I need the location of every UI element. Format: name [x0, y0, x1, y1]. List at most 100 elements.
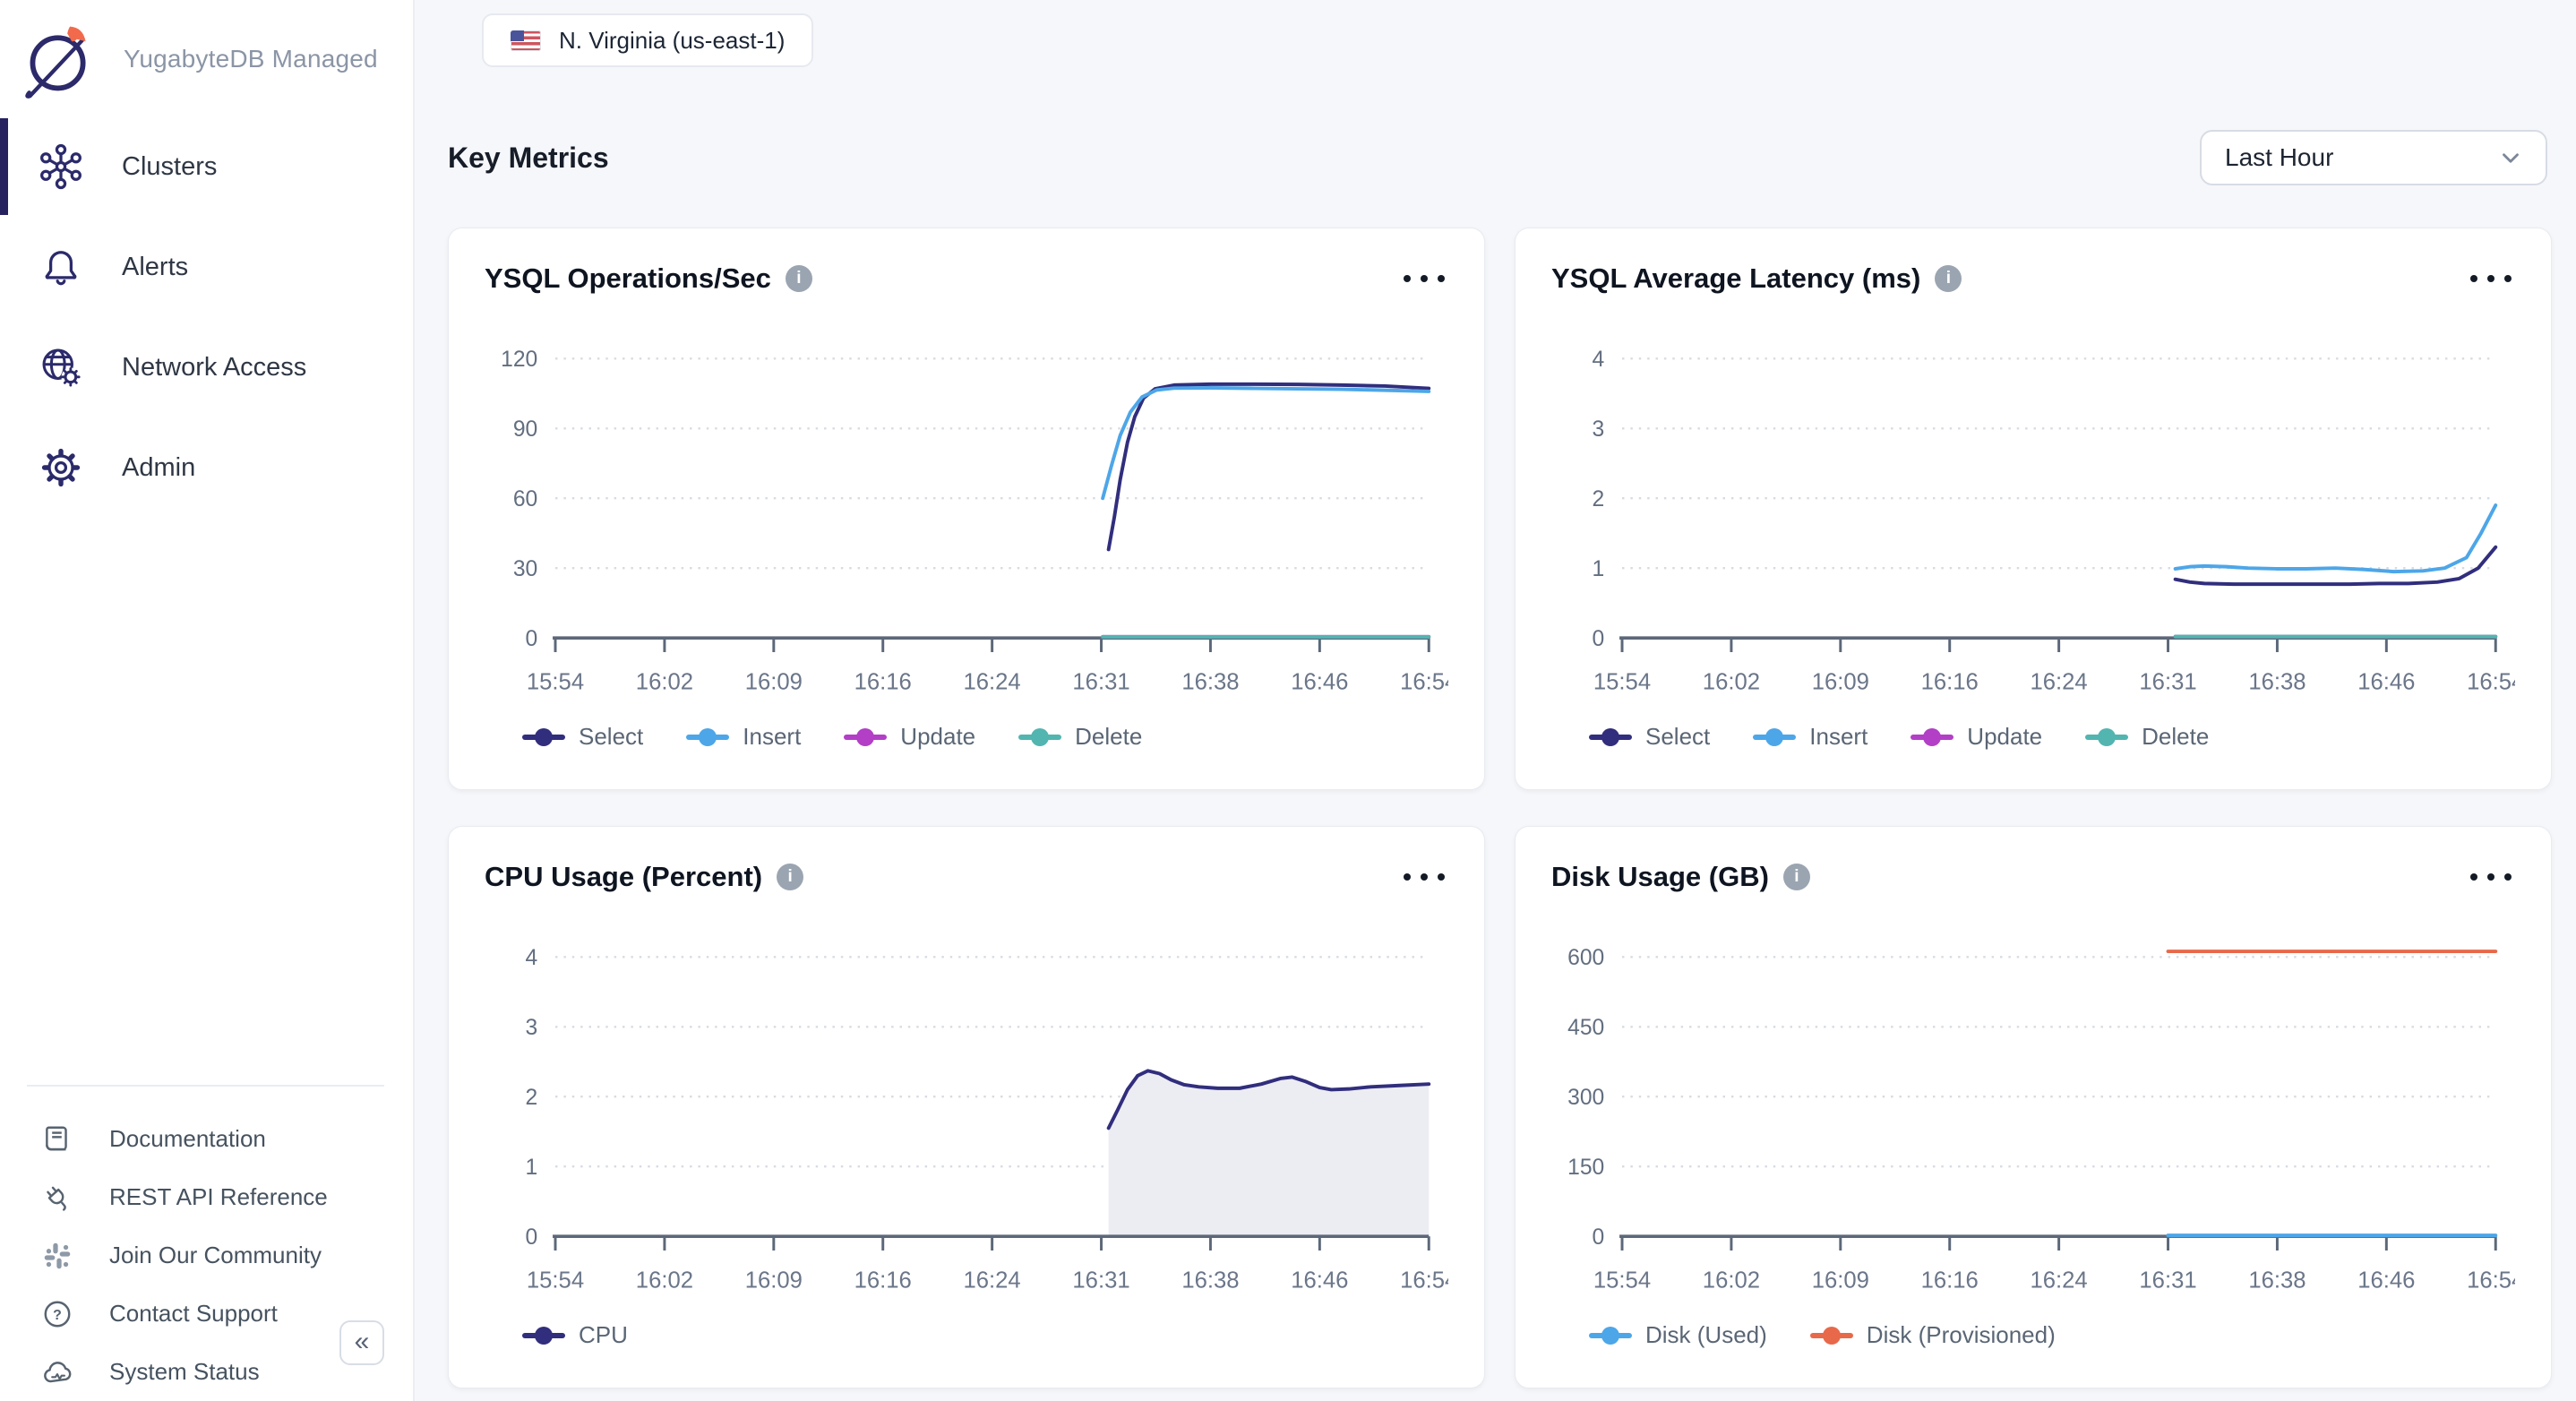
legend-marker-icon: [2085, 728, 2128, 746]
svg-text:16:24: 16:24: [2031, 669, 2088, 694]
svg-text:16:16: 16:16: [854, 1268, 912, 1293]
svg-text:16:38: 16:38: [1181, 669, 1239, 694]
legend-marker-icon: [1911, 728, 1953, 746]
svg-text:120: 120: [501, 348, 537, 372]
chart-card-disk-usage: Disk Usage (GB) i 015030045060015:5416:0…: [1515, 826, 2552, 1388]
globe-gear-icon: [38, 344, 84, 391]
svg-text:30: 30: [513, 557, 537, 581]
legend-label: CPU: [579, 1321, 628, 1349]
chart-title: Disk Usage (GB): [1551, 861, 1769, 893]
legend-label: Delete: [2142, 723, 2209, 751]
card-menu-button[interactable]: [2467, 266, 2515, 291]
info-icon[interactable]: i: [786, 265, 812, 292]
svg-text:16:46: 16:46: [2357, 1268, 2415, 1293]
card-header: Disk Usage (GB) i: [1551, 854, 2515, 900]
chart-legend: Disk (Used)Disk (Provisioned): [1589, 1321, 2515, 1349]
legend-label: Update: [900, 723, 975, 751]
sidebar-item-admin[interactable]: Admin: [0, 417, 413, 518]
svg-text:15:54: 15:54: [1593, 1268, 1651, 1293]
legend-item-delete: Delete: [1018, 723, 1142, 751]
chart-card-cpu-usage: CPU Usage (Percent) i 0123415:5416:0216:…: [448, 826, 1485, 1388]
chart-title: CPU Usage (Percent): [485, 861, 762, 893]
card-menu-button[interactable]: [2467, 864, 2515, 890]
sidebar-link-documentation[interactable]: Documentation: [0, 1110, 411, 1168]
svg-text:16:02: 16:02: [1703, 1268, 1760, 1293]
legend-item-cpu: CPU: [522, 1321, 628, 1349]
legend-item-disk-used: Disk (Used): [1589, 1321, 1767, 1349]
chart-title: YSQL Operations/Sec: [485, 262, 771, 295]
svg-text:60: 60: [513, 487, 537, 511]
chart-legend: SelectInsertUpdateDelete: [522, 723, 1448, 751]
chart-legend: CPU: [522, 1321, 1448, 1349]
sidebar-item-alerts[interactable]: Alerts: [0, 217, 413, 317]
svg-text:1: 1: [1593, 557, 1605, 581]
info-icon[interactable]: i: [1935, 265, 1962, 292]
main-content: N. Virginia (us-east-1) Key Metrics Last…: [415, 0, 2576, 1401]
svg-text:4: 4: [526, 946, 538, 970]
legend-item-update: Update: [844, 723, 975, 751]
sidebar-item-label: Admin: [122, 453, 195, 483]
region-chip[interactable]: N. Virginia (us-east-1): [482, 13, 813, 67]
svg-text:16:46: 16:46: [2357, 669, 2415, 694]
info-icon[interactable]: i: [1783, 864, 1810, 890]
card-header: YSQL Average Latency (ms) i: [1551, 255, 2515, 302]
book-icon: [41, 1123, 73, 1156]
sidebar-item-network-access[interactable]: Network Access: [0, 317, 413, 417]
svg-text:16:09: 16:09: [1812, 1268, 1869, 1293]
sidebar-item-clusters[interactable]: Clusters: [0, 116, 413, 217]
card-menu-button[interactable]: [1400, 266, 1448, 291]
chart-area: 0123415:5416:0216:0916:1616:2416:3116:38…: [1551, 309, 2515, 751]
plug-icon: [41, 1182, 73, 1214]
svg-text:16:24: 16:24: [2031, 1268, 2088, 1293]
chart-area: 030609012015:5416:0216:0916:1616:2416:31…: [485, 309, 1448, 751]
chart-canvas: 015030045060015:5416:0216:0916:1616:2416…: [1551, 907, 2515, 1318]
region-chip-label: N. Virginia (us-east-1): [559, 27, 785, 55]
legend-item-select: Select: [1589, 723, 1710, 751]
sidebar-item-label: Clusters: [122, 152, 217, 182]
svg-text:90: 90: [513, 417, 537, 442]
sidebar-link-label: System Status: [109, 1358, 260, 1386]
svg-text:16:31: 16:31: [2139, 1268, 2196, 1293]
svg-text:0: 0: [1593, 627, 1605, 651]
svg-text:1: 1: [526, 1156, 538, 1180]
legend-label: Disk (Used): [1645, 1321, 1767, 1349]
legend-marker-icon: [1589, 728, 1632, 746]
yugabytedb-logo-icon: [18, 18, 100, 100]
sidebar-nav: Clusters Alerts: [0, 116, 413, 518]
cloud-status-icon: [41, 1356, 73, 1388]
svg-text:15:54: 15:54: [527, 1268, 584, 1293]
svg-text:16:31: 16:31: [1072, 1268, 1129, 1293]
chart-card-ysql-latency: YSQL Average Latency (ms) i 0123415:5416…: [1515, 228, 2552, 790]
svg-text:2: 2: [526, 1086, 538, 1110]
time-range-select[interactable]: Last Hour: [2200, 130, 2547, 185]
card-menu-button[interactable]: [1400, 864, 1448, 890]
chart-canvas: 0123415:5416:0216:0916:1616:2416:3116:38…: [485, 907, 1448, 1318]
legend-marker-icon: [686, 728, 729, 746]
app-root: YugabyteDB Managed Clusters: [0, 0, 2576, 1401]
card-header: YSQL Operations/Sec i: [485, 255, 1448, 302]
svg-text:15:54: 15:54: [1593, 669, 1651, 694]
svg-text:15:54: 15:54: [527, 669, 584, 694]
svg-text:16:38: 16:38: [1181, 1268, 1239, 1293]
legend-marker-icon: [1589, 1327, 1632, 1345]
legend-label: Delete: [1075, 723, 1142, 751]
time-range-value: Last Hour: [2225, 143, 2333, 172]
svg-text:16:54: 16:54: [2467, 669, 2515, 694]
brand[interactable]: YugabyteDB Managed: [0, 0, 413, 104]
sidebar-link-rest-api[interactable]: REST API Reference: [0, 1168, 411, 1226]
legend-item-insert: Insert: [686, 723, 801, 751]
info-icon[interactable]: i: [777, 864, 803, 890]
chart-canvas: 0123415:5416:0216:0916:1616:2416:3116:38…: [1551, 309, 2515, 719]
chart-area: 0123415:5416:0216:0916:1616:2416:3116:38…: [485, 907, 1448, 1349]
brand-name: YugabyteDB Managed: [124, 45, 378, 73]
legend-item-delete: Delete: [2085, 723, 2209, 751]
svg-text:0: 0: [526, 627, 538, 651]
chart-title: YSQL Average Latency (ms): [1551, 262, 1920, 295]
chevron-down-icon: [2497, 144, 2524, 171]
svg-text:16:24: 16:24: [964, 1268, 1021, 1293]
sidebar: YugabyteDB Managed Clusters: [0, 0, 415, 1401]
legend-marker-icon: [1810, 1327, 1853, 1345]
sidebar-collapse-button[interactable]: «: [339, 1320, 384, 1365]
sidebar-link-community[interactable]: Join Our Community: [0, 1226, 411, 1285]
svg-text:16:02: 16:02: [1703, 669, 1760, 694]
